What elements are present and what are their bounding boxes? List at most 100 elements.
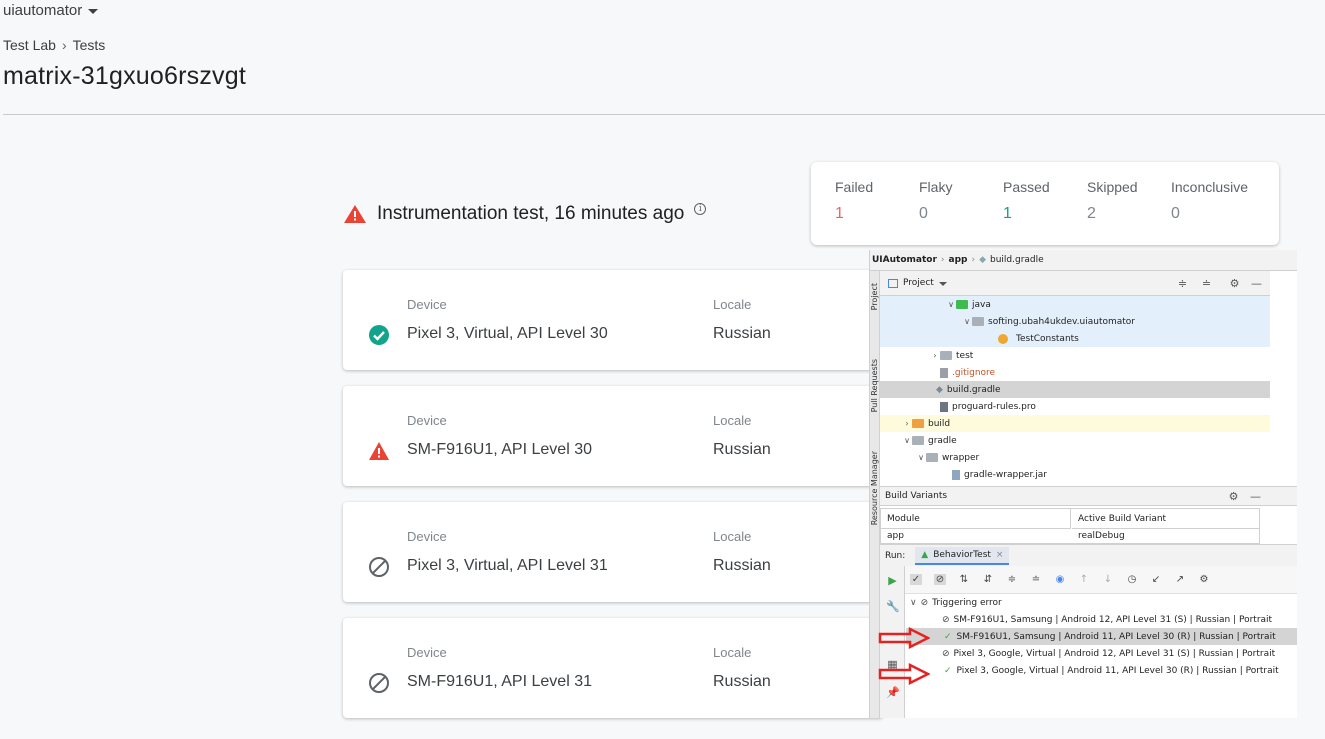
- bv-variant-value[interactable]: realDebug: [1078, 531, 1125, 543]
- chevron-right-icon: ›: [61, 37, 67, 53]
- chevron-right-icon: ›: [905, 419, 909, 428]
- show-ignored-icon[interactable]: ⊘: [934, 574, 946, 585]
- play-icon[interactable]: ▶: [886, 574, 899, 587]
- tree-item[interactable]: › test: [880, 347, 1270, 364]
- minimize-icon[interactable]: —: [1249, 490, 1262, 503]
- test-result-row[interactable]: ⊘ Pixel 3, Google, Virtual | Android 12,…: [906, 645, 1297, 662]
- tree-item-label: .gitignore: [952, 367, 996, 378]
- wrench-icon[interactable]: 🔧: [886, 600, 900, 613]
- sort-duration-icon[interactable]: ⇵: [982, 574, 994, 585]
- breadcrumb-test-lab[interactable]: Test Lab: [3, 37, 56, 53]
- arrow-up-icon[interactable]: ↑: [1078, 574, 1090, 585]
- tree-item-label: softing.ubah4ukdev.uiautomator: [988, 316, 1136, 327]
- history-icon[interactable]: ◷: [1126, 574, 1138, 585]
- breadcrumb-tests[interactable]: Tests: [73, 37, 106, 53]
- ide-crumb-module[interactable]: app: [949, 255, 968, 265]
- chevron-down-icon: ∨: [964, 317, 970, 326]
- summary-label: Passed: [1003, 179, 1050, 195]
- locale-value: Russian: [713, 557, 771, 574]
- collapse-all-icon[interactable]: ≐: [1030, 574, 1042, 585]
- folder-icon: [940, 351, 952, 360]
- tree-item[interactable]: › build: [880, 415, 1270, 432]
- bv-col-variant: Active Build Variant: [1072, 509, 1260, 529]
- warning-icon: [344, 205, 366, 223]
- gear-icon[interactable]: ⚙: [1198, 574, 1210, 585]
- red-arrow-annotation: [878, 627, 930, 649]
- side-tab-resource-manager[interactable]: Resource Manager: [870, 451, 879, 525]
- info-icon[interactable]: i: [694, 203, 707, 215]
- device-card[interactable]: Device SM-F916U1, API Level 31 Locale Ru…: [343, 618, 883, 718]
- skipped-icon: [369, 557, 389, 577]
- expand-all-icon[interactable]: ≑: [1176, 277, 1189, 290]
- device-card[interactable]: Device Pixel 3, Virtual, API Level 31 Lo…: [343, 502, 883, 602]
- device-name: Pixel 3, Virtual, API Level 31: [407, 557, 608, 574]
- locale-label: Locale: [713, 645, 752, 660]
- device-label: Device: [407, 413, 447, 428]
- test-result-label: Pixel 3, Google, Virtual | Android 12, A…: [953, 648, 1276, 659]
- tree-item[interactable]: ∨ softing.ubah4ukdev.uiautomator: [880, 313, 1270, 330]
- project-selector[interactable]: uiautomator: [3, 2, 99, 19]
- tree-item[interactable]: ◆ build.gradle: [880, 381, 1270, 398]
- test-result-row[interactable]: ∨ ⊘ Triggering error: [906, 594, 1297, 611]
- breadcrumb: Test Lab › Tests: [3, 37, 105, 53]
- ide-side-tabs: Project Pull Requests Resource Manager: [870, 271, 880, 718]
- summary-value: 2: [1087, 205, 1096, 222]
- project-panel-header: Project ≑ ≐ ⚙ —: [880, 271, 1270, 296]
- locale-value: Russian: [713, 441, 771, 458]
- show-passed-icon[interactable]: ✓: [910, 574, 922, 585]
- summary-value: 1: [835, 205, 844, 222]
- tree-item-label: gradle: [928, 435, 957, 446]
- pin-icon[interactable]: 📌: [886, 686, 900, 699]
- locale-label: Locale: [713, 297, 752, 312]
- minimize-icon[interactable]: —: [1250, 277, 1263, 290]
- folder-icon: [912, 419, 924, 428]
- tree-item[interactable]: ∨ wrapper: [880, 449, 1270, 466]
- tree-item[interactable]: ∨ java: [880, 296, 1270, 313]
- chevron-down-icon[interactable]: [938, 282, 947, 286]
- tree-item[interactable]: gradle-wrapper.jar: [880, 466, 1270, 483]
- ide-crumb-project[interactable]: UIAutomator: [872, 255, 937, 265]
- skipped-icon: ⊘: [942, 614, 950, 625]
- test-result-row[interactable]: ✓ Pixel 3, Google, Virtual | Android 11,…: [906, 662, 1297, 679]
- skipped-icon: [369, 673, 389, 693]
- tree-item[interactable]: ∨ gradle: [880, 432, 1270, 449]
- device-card[interactable]: Device Pixel 3, Virtual, API Level 30 Lo…: [343, 270, 883, 370]
- tree-item[interactable]: .gitignore: [880, 364, 1270, 381]
- tree-item[interactable]: TestConstants: [880, 330, 1270, 347]
- summary-inconclusive: Inconclusive 0: [1171, 179, 1248, 223]
- ide-breadcrumb: UIAutomator › app › ◆ build.gradle: [870, 250, 1297, 271]
- red-arrow-annotation: [878, 663, 930, 685]
- project-view-label[interactable]: Project: [903, 278, 934, 288]
- test-result-row[interactable]: ⊘ SM-F916U1, Samsung | Android 12, API L…: [906, 611, 1297, 628]
- expand-all-icon[interactable]: ≑: [1006, 574, 1018, 585]
- collapse-all-icon[interactable]: ≐: [1200, 277, 1213, 290]
- chevron-down-icon: ∨: [918, 453, 924, 462]
- folder-icon: [912, 436, 924, 445]
- tree-item-label: java: [972, 299, 991, 310]
- tree-item-label: gradle-wrapper.jar: [964, 469, 1047, 480]
- device-card[interactable]: Device SM-F916U1, API Level 30 Locale Ru…: [343, 386, 883, 486]
- arrow-down-icon[interactable]: ↓: [1102, 574, 1114, 585]
- summary-failed: Failed 1: [835, 179, 873, 223]
- summary-label: Flaky: [919, 179, 953, 195]
- project-name: uiautomator: [3, 2, 83, 19]
- gear-icon[interactable]: ⚙: [1227, 490, 1240, 503]
- check-icon: ✓: [944, 665, 952, 676]
- chevron-down-icon: ∨: [910, 597, 917, 608]
- test-result-label: SM-F916U1, Samsung | Android 11, API Lev…: [956, 631, 1276, 642]
- gear-icon[interactable]: ⚙: [1228, 277, 1241, 290]
- tree-item[interactable]: proguard-rules.pro: [880, 398, 1270, 415]
- run-tab[interactable]: ▲ BehaviorTest ×: [915, 546, 1010, 565]
- run-tab-label: BehaviorTest: [933, 549, 991, 560]
- sort-alpha-icon[interactable]: ⇅: [958, 574, 970, 585]
- export-icon[interactable]: ↗: [1174, 574, 1186, 585]
- chevron-down-icon: ∨: [904, 436, 910, 445]
- test-result-row[interactable]: ✓ SM-F916U1, Samsung | Android 11, API L…: [906, 628, 1297, 645]
- eye-icon[interactable]: ◉: [1054, 574, 1066, 585]
- side-tab-project[interactable]: Project: [870, 283, 879, 310]
- close-icon[interactable]: ×: [996, 550, 1004, 560]
- import-icon[interactable]: ↙: [1150, 574, 1162, 585]
- test-result-label: SM-F916U1, Samsung | Android 12, API Lev…: [953, 614, 1273, 625]
- ide-crumb-file[interactable]: build.gradle: [990, 255, 1044, 265]
- side-tab-pull-requests[interactable]: Pull Requests: [870, 359, 879, 412]
